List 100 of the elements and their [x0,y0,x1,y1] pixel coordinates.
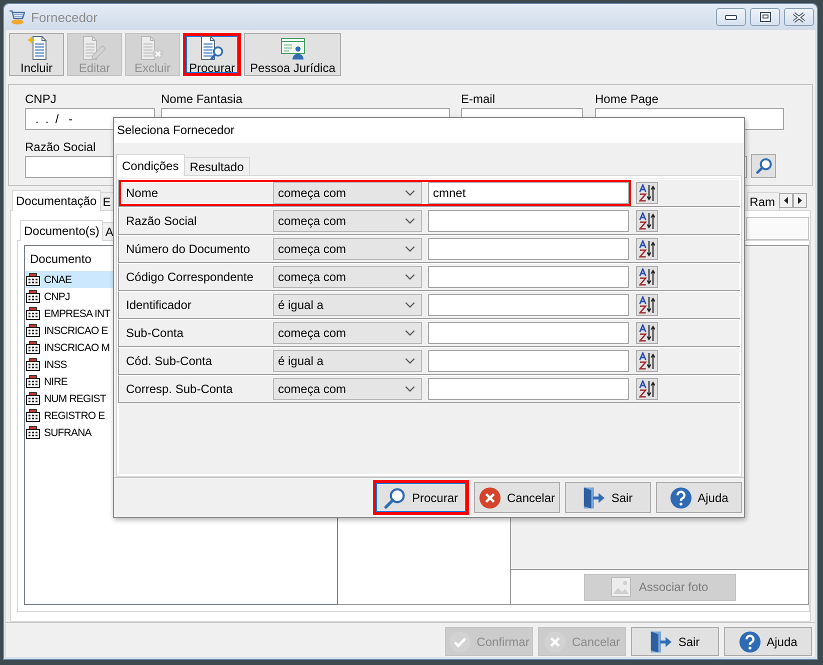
chevron-down-icon [405,330,415,336]
sort-button[interactable] [636,210,658,232]
operator-dropdown[interactable]: começa com [273,266,422,288]
operator-dropdown[interactable]: começa com [273,182,422,204]
list-item[interactable]: CNAE [25,271,113,288]
maximize-button[interactable] [750,8,780,26]
search-button[interactable]: Procurar [373,480,469,515]
value-field[interactable] [428,378,629,400]
tab[interactable]: Ram [746,192,780,210]
sort-icon [639,268,655,286]
list-item[interactable]: CNPJ [25,288,113,305]
help-icon [670,486,692,508]
field-label: E-mail [461,92,496,106]
field-label: Corresp. Sub-Conta [125,382,234,396]
sort-icon [639,184,655,202]
chevron-down-icon [405,358,415,364]
list-item[interactable]: REGISTRO E [25,407,113,424]
value-field[interactable] [428,238,629,260]
sort-button[interactable] [636,378,658,400]
close-button[interactable] [784,8,814,26]
field-label: Sub-Conta [125,326,184,340]
sort-button[interactable] [636,238,658,260]
help-button[interactable]: Ajuda [656,482,742,513]
value-field[interactable] [428,350,629,372]
value-field[interactable] [428,210,629,232]
exit-door-icon [650,630,672,652]
field-label: Cód. Sub-Conta [125,354,214,368]
chevron-down-icon [405,246,415,252]
tab[interactable]: Documentação [12,190,101,211]
x-circle-icon [544,630,566,652]
field-label: Nome [125,186,160,200]
image-icon [610,577,631,597]
help-button[interactable]: Ajuda [724,627,812,656]
chevron-down-icon [405,302,415,308]
sort-button[interactable] [636,350,658,372]
company-button[interactable]: Pessoa Jurídica [244,33,342,76]
new-document-icon [26,36,46,60]
cart-icon [9,9,25,25]
field-label: Home Page [595,92,658,106]
sort-icon [639,324,655,342]
dialog-title: Seleciona Fornecedor [114,118,744,143]
document-search-icon [200,36,224,60]
x-circle-icon [478,486,501,508]
search-button[interactable] [751,154,776,178]
new-button[interactable]: Incluir [9,33,64,76]
column-header: Documento [30,252,92,266]
close-icon [792,12,806,22]
operator-dropdown[interactable]: começa com [273,238,422,260]
list-item[interactable]: INSS [25,356,113,373]
minimize-button[interactable] [716,8,746,26]
operator-dropdown[interactable]: é igual a [273,294,422,316]
tab[interactable]: Documento(s) [20,220,104,241]
chevron-down-icon [405,218,415,224]
list-item[interactable]: INSCRICAO E [25,322,113,339]
exit-button[interactable]: Sair [631,627,719,656]
value-field[interactable] [428,294,629,316]
field-label: Razão Social [125,214,198,228]
window-title: Fornecedor [31,10,98,24]
right-arrow-icon [798,197,802,204]
edit-document-icon [83,36,106,60]
chevron-down-icon [405,274,415,280]
list-item[interactable]: INSCRICAO M [25,339,113,356]
search-button[interactable]: Procurar [183,33,242,76]
sort-icon [639,212,655,230]
field-label: Número do Documento [125,242,252,256]
maximize-icon [760,12,770,22]
field-label: Nome Fantasia [161,92,242,106]
sort-button[interactable] [636,266,658,288]
operator-dropdown[interactable]: começa com [273,210,422,232]
id-card-icon [280,38,305,60]
tab[interactable]: Condições [116,154,185,176]
scroll-right-button[interactable] [793,193,807,208]
sort-button[interactable] [636,322,658,344]
list-item[interactable]: NUM REGIST [25,390,113,407]
sort-icon [639,240,655,258]
value-field[interactable] [428,266,629,288]
tab[interactable]: Resultado [184,157,250,175]
scroll-left-button[interactable] [779,193,793,208]
field-label: CNPJ [25,92,56,106]
operator-dropdown[interactable]: é igual a [273,350,422,372]
search-icon [756,158,772,174]
operator-dropdown[interactable]: começa com [273,378,422,400]
list-item[interactable]: SUFRANA [25,424,113,441]
left-arrow-icon [784,197,788,204]
minimize-icon [725,14,737,20]
field-label: Identificador [125,298,192,312]
sort-button[interactable] [636,294,658,316]
sort-icon [639,296,655,314]
list-item[interactable]: NIRE [25,373,113,390]
value-field[interactable] [428,322,629,344]
sort-icon [639,380,655,398]
cancel-button[interactable]: Cancelar [474,482,560,513]
field-label: Código Correspondente [125,270,254,284]
value-field[interactable]: cmnet [428,182,629,204]
list-item[interactable]: EMPRESA INT [25,305,113,322]
chevron-down-icon [405,190,415,196]
field-label: Razão Social [25,140,96,154]
operator-dropdown[interactable]: começa com [273,322,422,344]
sort-button[interactable] [636,182,658,204]
exit-button[interactable]: Sair [565,482,651,513]
